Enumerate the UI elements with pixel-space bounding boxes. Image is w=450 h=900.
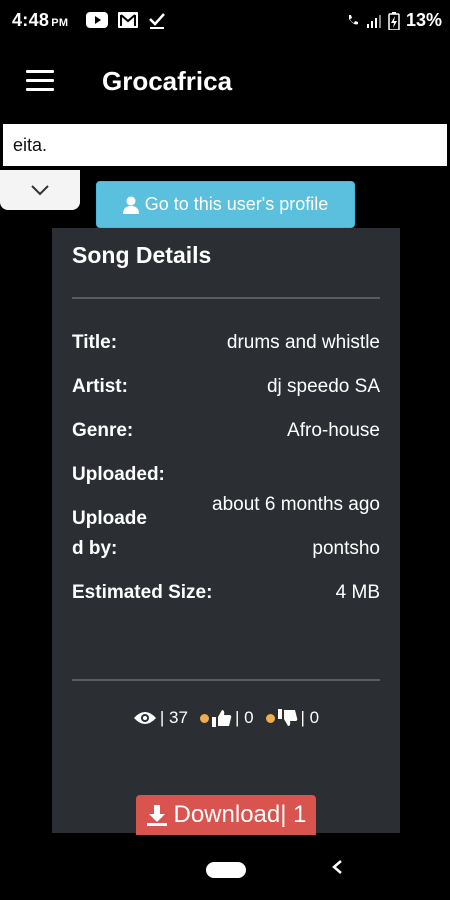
thumbs-up-icon (211, 710, 232, 727)
notification-icons (86, 11, 166, 29)
likes-count: | 0 (234, 708, 254, 727)
uploaded-by-value: pontsho (312, 538, 380, 559)
gmail-icon (118, 12, 138, 28)
home-pill[interactable] (206, 862, 246, 878)
download-button[interactable]: Download| 1 (136, 795, 316, 835)
genre-value: Afro-house (287, 420, 380, 441)
stats-bar: | 37 | 0 | 0 (52, 708, 400, 728)
profile-button-label: Go to this user's profile (144, 194, 329, 214)
like-dot (199, 713, 209, 723)
menu-icon[interactable] (26, 70, 54, 92)
app-bar: Grocafrica (0, 42, 450, 122)
profile-button[interactable]: Go to this user's profile (96, 181, 355, 228)
artist-label: Artist: (72, 376, 128, 397)
back-icon[interactable] (330, 858, 344, 876)
dislikes-stat[interactable]: | 0 (258, 708, 320, 728)
system-icons: 13% (346, 10, 442, 31)
app-title: Grocafrica (102, 66, 233, 96)
uploaded-by-label-line1: Uploade (72, 508, 147, 529)
thumbs-down-icon (277, 709, 297, 726)
battery-icon (388, 11, 400, 30)
download-label: Download| 1 (173, 801, 307, 828)
artist-value: dj speedo SA (266, 376, 380, 397)
title-label: Title: (72, 332, 118, 353)
size-value: 4 MB (335, 582, 380, 603)
views-count: | 37 (159, 708, 188, 727)
battery-percent: 13% (405, 10, 442, 30)
card-title: Song Details (72, 242, 212, 268)
title-value: drums and whistle (226, 332, 380, 353)
status-time-value: 4:48 (12, 10, 50, 30)
status-time-ampm: PM (51, 17, 69, 29)
download-done-icon (149, 13, 165, 29)
download-icon (146, 805, 167, 826)
size-label: Estimated Size: (72, 582, 213, 603)
status-bar: 4:48 PM 13% (0, 0, 450, 42)
divider (72, 297, 380, 299)
system-nav-bar (0, 840, 450, 900)
status-time: 4:48 PM (12, 10, 68, 31)
likes-stat[interactable]: | 0 (192, 708, 254, 728)
genre-label: Genre: (72, 420, 134, 441)
views-stat: | 37 (133, 708, 188, 728)
song-details-card: Song Details Title: drums and whistle Ar… (52, 228, 400, 835)
dislike-dot (265, 713, 275, 723)
dislikes-count: | 0 (300, 708, 320, 727)
uploaded-value: about 6 months ago (212, 494, 380, 515)
collapse-toggle[interactable] (0, 170, 80, 210)
uploaded-label: Uploaded: (72, 464, 165, 485)
signal-icon (366, 14, 381, 28)
user-icon (122, 196, 139, 214)
divider (72, 679, 380, 681)
eye-icon (133, 712, 156, 724)
wifi-call-icon (348, 14, 358, 24)
text-input[interactable] (3, 124, 447, 166)
uploaded-by-label-line2: d by: (72, 538, 118, 559)
chevron-down-icon (31, 185, 49, 196)
youtube-icon (86, 12, 108, 28)
